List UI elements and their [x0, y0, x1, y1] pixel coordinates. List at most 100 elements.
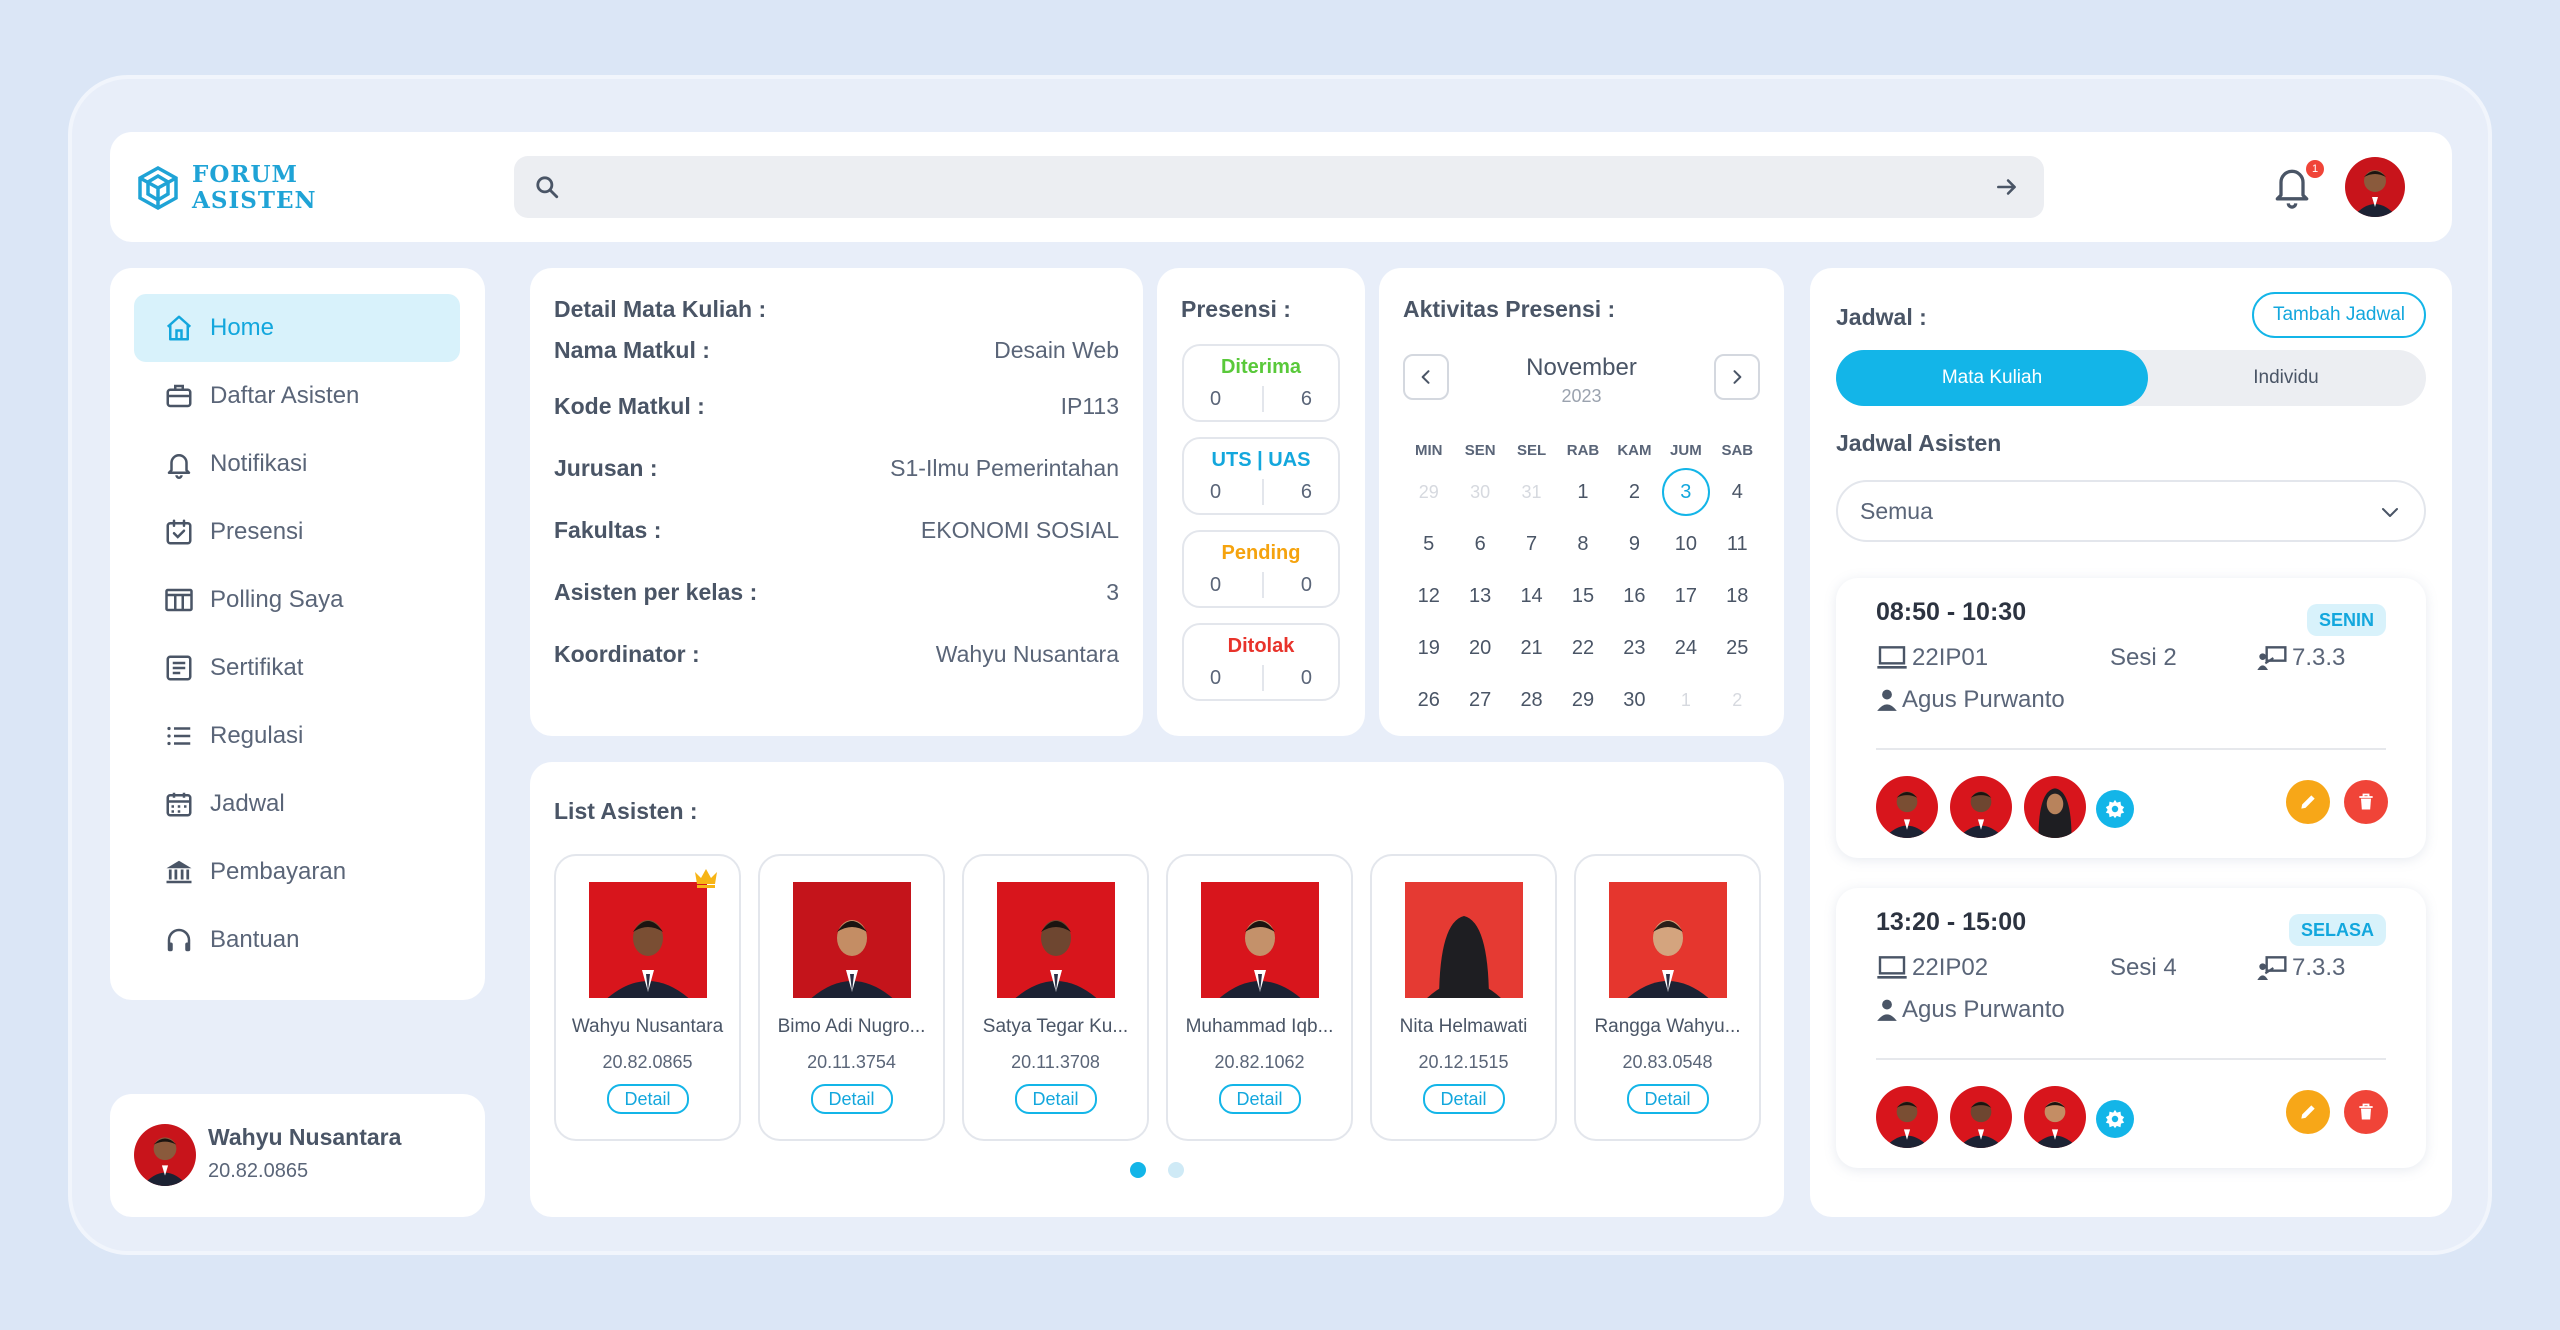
calendar-day-today[interactable]: 3 — [1660, 466, 1711, 518]
sidebar-item-presensi[interactable]: Presensi — [134, 498, 460, 566]
calendar-day[interactable]: 22 — [1557, 622, 1608, 674]
tab-mata-kuliah[interactable]: Mata Kuliah — [1836, 350, 2148, 406]
app-logo[interactable]: FORUM ASISTEN — [132, 162, 317, 214]
calendar-day[interactable]: 26 — [1403, 674, 1454, 726]
notification-badge: 1 — [2306, 160, 2324, 178]
assistant-card[interactable]: Muhammad Iqb... 20.82.1062 Detail — [1166, 854, 1353, 1141]
calendar-next-button[interactable] — [1714, 354, 1760, 400]
calendar-day[interactable]: 15 — [1557, 570, 1608, 622]
sidebar-item-sertifikat[interactable]: Sertifikat — [134, 634, 460, 702]
schedule-room: 7.3.3 — [2256, 644, 2345, 672]
assistant-card[interactable]: Wahyu Nusantara 20.82.0865 Detail — [554, 854, 741, 1141]
sidebar-item-regulasi[interactable]: Regulasi — [134, 702, 460, 770]
calendar-day[interactable]: 25 — [1712, 622, 1763, 674]
schedule-filter-select[interactable]: Semua — [1836, 480, 2426, 542]
assistant-card[interactable]: Nita Helmawati 20.12.1515 Detail — [1370, 854, 1557, 1141]
divider — [1262, 572, 1264, 598]
assistant-detail-button[interactable]: Detail — [1218, 1084, 1301, 1114]
search-bar[interactable] — [514, 156, 2044, 218]
edit-schedule-button[interactable] — [2286, 780, 2330, 824]
calendar-day[interactable]: 5 — [1403, 518, 1454, 570]
assistant-detail-button[interactable]: Detail — [1626, 1084, 1709, 1114]
assistant-photo — [589, 882, 707, 998]
avatar — [134, 1124, 196, 1186]
calendar-day[interactable]: 1 — [1660, 674, 1711, 726]
assistant-detail-button[interactable]: Detail — [1422, 1084, 1505, 1114]
sidebar-item-polling-saya[interactable]: Polling Saya — [134, 566, 460, 634]
calendar-day[interactable]: 30 — [1609, 674, 1660, 726]
calendar-day[interactable]: 28 — [1506, 674, 1557, 726]
calendar-day[interactable]: 17 — [1660, 570, 1711, 622]
calendar-day-number: 11 — [1726, 533, 1748, 555]
assistant-card[interactable]: Rangga Wahyu... 20.83.0548 Detail — [1574, 854, 1761, 1141]
sidebar-item-notifikasi[interactable]: Notifikasi — [134, 430, 460, 498]
calendar-day[interactable]: 24 — [1660, 622, 1711, 674]
calendar-day[interactable]: 12 — [1403, 570, 1454, 622]
sidebar-item-pembayaran[interactable]: Pembayaran — [134, 838, 460, 906]
calendar-day[interactable]: 31 — [1506, 466, 1557, 518]
pencil-icon — [2301, 1105, 2315, 1119]
member-avatar — [2024, 776, 2086, 838]
course-detail-title: Detail Mata Kuliah : — [554, 296, 767, 322]
calendar-day[interactable]: 6 — [1454, 518, 1505, 570]
divider — [1262, 386, 1264, 412]
calendar-day[interactable]: 18 — [1712, 570, 1763, 622]
calendar-day[interactable]: 29 — [1557, 674, 1608, 726]
calendar-day-number: 9 — [1628, 533, 1640, 555]
calendar-day[interactable]: 7 — [1506, 518, 1557, 570]
schedule-card[interactable]: 08:50 - 10:30 SENIN 22IP01 Sesi 2 7.3.3 Agus … — [1836, 578, 2426, 858]
calendar-day[interactable]: 2 — [1609, 466, 1660, 518]
calendar-prev-button[interactable] — [1403, 354, 1449, 400]
detail-key: Nama Matkul : — [554, 336, 710, 363]
assistant-detail-button[interactable]: Detail — [1014, 1084, 1097, 1114]
assistant-detail-button[interactable]: Detail — [606, 1084, 689, 1114]
schedule-card[interactable]: 13:20 - 15:00 SELASA 22IP02 Sesi 4 7.3.3 Agus… — [1836, 888, 2426, 1168]
calendar-day[interactable]: 8 — [1557, 518, 1608, 570]
assistant-name: Muhammad Iqb... — [1185, 1016, 1334, 1037]
user-profile-card[interactable]: Wahyu Nusantara 20.82.0865 — [110, 1094, 485, 1217]
arrow-right-icon[interactable] — [1994, 174, 2020, 200]
edit-schedule-button[interactable] — [2286, 1090, 2330, 1134]
presensi-label: Diterima — [1220, 356, 1302, 378]
calendar-day[interactable]: 9 — [1609, 518, 1660, 570]
calendar-day[interactable]: 4 — [1712, 466, 1763, 518]
sidebar-item-jadwal[interactable]: Jadwal — [134, 770, 460, 838]
add-schedule-button[interactable]: Tambah Jadwal — [2252, 292, 2426, 338]
delete-schedule-button[interactable] — [2344, 1090, 2388, 1134]
sidebar-item-daftar-asisten[interactable]: Daftar Asisten — [134, 362, 460, 430]
assistant-card[interactable]: Satya Tegar Ku... 20.11.3708 Detail — [962, 854, 1149, 1141]
calendar-day[interactable]: 16 — [1609, 570, 1660, 622]
assistant-detail-button[interactable]: Detail — [810, 1084, 893, 1114]
carousel-dot[interactable] — [1130, 1162, 1146, 1178]
calendar-day[interactable]: 13 — [1454, 570, 1505, 622]
calendar-day[interactable]: 10 — [1660, 518, 1711, 570]
assistant-card[interactable]: Bimo Adi Nugro... 20.11.3754 Detail — [758, 854, 945, 1141]
calendar-day[interactable]: 2 — [1712, 674, 1763, 726]
calendar-day[interactable]: 1 — [1557, 466, 1608, 518]
calendar-day[interactable]: 21 — [1506, 622, 1557, 674]
calendar-day[interactable]: 29 — [1403, 466, 1454, 518]
calendar-day[interactable]: 30 — [1454, 466, 1505, 518]
weekday-label: SAB — [1721, 442, 1754, 459]
settings-button[interactable] — [2096, 1100, 2134, 1138]
tab-individu[interactable]: Individu — [2146, 350, 2426, 406]
presensi-pending[interactable]: Pending 0 0 — [1182, 530, 1340, 608]
calendar-day[interactable]: 23 — [1609, 622, 1660, 674]
presensi-label: UTS | UAS — [1211, 449, 1311, 471]
settings-button[interactable] — [2096, 790, 2134, 828]
presensi-uts-uas[interactable]: UTS | UAS 0 6 — [1182, 437, 1340, 515]
sidebar-item-label: Daftar Asisten — [210, 382, 360, 409]
lecturer-name: Agus Purwanto — [1902, 996, 2065, 1023]
presensi-ditolak[interactable]: Ditolak 0 0 — [1182, 623, 1340, 701]
carousel-dot[interactable] — [1168, 1162, 1184, 1178]
calendar-day[interactable]: 20 — [1454, 622, 1505, 674]
calendar-day[interactable]: 19 — [1403, 622, 1454, 674]
calendar-day[interactable]: 14 — [1506, 570, 1557, 622]
presensi-diterima[interactable]: Diterima 0 6 — [1182, 344, 1340, 422]
delete-schedule-button[interactable] — [2344, 780, 2388, 824]
profile-avatar[interactable] — [2345, 157, 2405, 217]
sidebar-item-bantuan[interactable]: Bantuan — [134, 906, 460, 974]
calendar-day[interactable]: 11 — [1712, 518, 1763, 570]
calendar-day[interactable]: 27 — [1454, 674, 1505, 726]
sidebar-item-home[interactable]: Home — [134, 294, 460, 362]
